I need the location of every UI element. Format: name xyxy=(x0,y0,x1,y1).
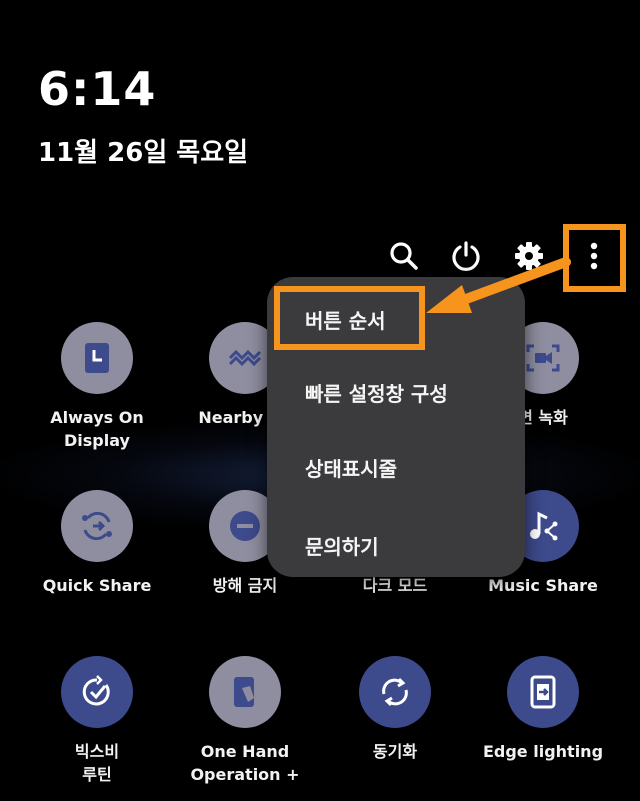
callout-arrow-icon xyxy=(426,257,571,313)
